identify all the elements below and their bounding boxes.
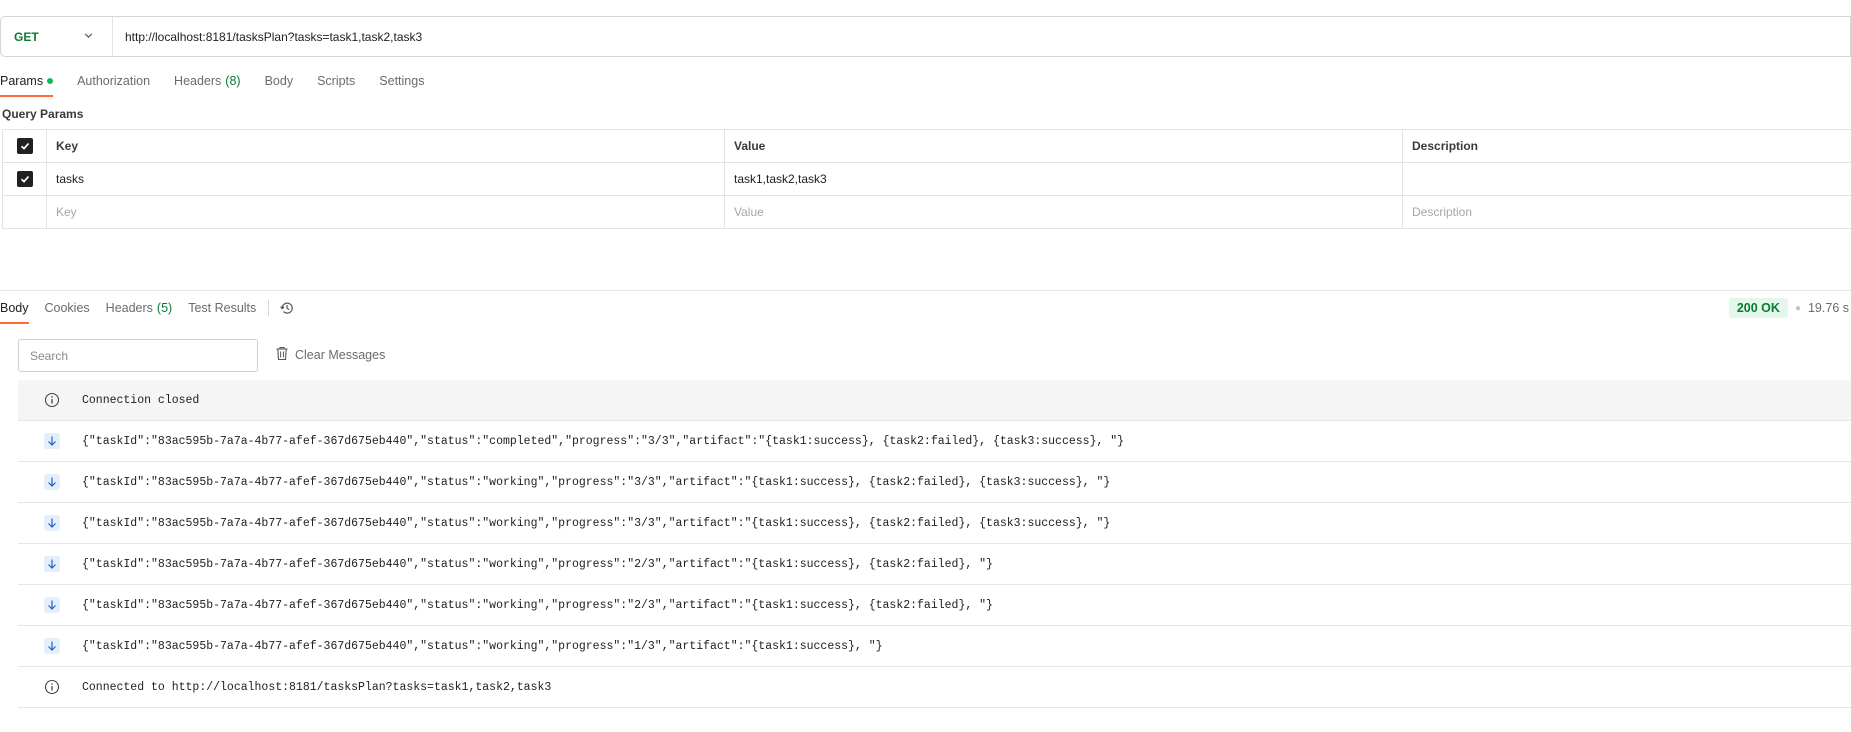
tab-body[interactable]: Body	[265, 72, 294, 90]
message-icon-cell	[18, 433, 82, 449]
url-input[interactable]: http://localhost:8181/tasksPlan?tasks=ta…	[113, 30, 422, 44]
messages-search-input[interactable]	[18, 339, 258, 372]
response-tab-headers-label: Headers	[105, 301, 153, 315]
message-text: {"taskId":"83ac595b-7a7a-4b77-afef-367d6…	[82, 557, 993, 571]
message-text: {"taskId":"83ac595b-7a7a-4b77-afef-367d6…	[82, 434, 1125, 448]
params-header-row: Key Value Description	[2, 130, 1851, 163]
param-value-field[interactable]: task1,task2,task3	[725, 163, 1403, 195]
message-text: {"taskId":"83ac595b-7a7a-4b77-afef-367d6…	[82, 475, 1111, 489]
history-icon[interactable]	[279, 300, 295, 316]
tab-scripts[interactable]: Scripts	[317, 72, 355, 90]
tab-params-label: Params	[0, 74, 44, 88]
message-item[interactable]: Connection closed	[18, 380, 1851, 421]
status-badge[interactable]: 200 OK	[1728, 298, 1788, 318]
new-param-value-field[interactable]: Value	[725, 196, 1403, 228]
trash-icon	[275, 346, 289, 364]
response-tab-body-label: Body	[0, 301, 29, 315]
param-key-field[interactable]: tasks	[47, 163, 725, 195]
tab-authorization[interactable]: Authorization	[77, 72, 150, 90]
param-new-checkbox-cell	[2, 196, 47, 228]
chevron-down-icon	[83, 30, 94, 44]
new-param-description-field[interactable]: Description	[1403, 196, 1851, 228]
response-status: 200 OK ● 19.76 s	[1728, 298, 1851, 318]
message-text: {"taskId":"83ac595b-7a7a-4b77-afef-367d6…	[82, 516, 1111, 530]
query-params-title: Query Params	[2, 107, 84, 121]
column-header-key: Key	[47, 130, 725, 162]
message-icon-cell	[18, 638, 82, 654]
arrow-down-icon	[44, 556, 60, 572]
clear-messages-button[interactable]: Clear Messages	[275, 345, 385, 365]
message-text: {"taskId":"83ac595b-7a7a-4b77-afef-367d6…	[82, 639, 883, 653]
tab-scripts-label: Scripts	[317, 74, 356, 88]
message-text: Connected to http://localhost:8181/tasks…	[82, 680, 552, 694]
param-enabled-checkbox[interactable]	[16, 171, 33, 187]
message-item[interactable]: {"taskId":"83ac595b-7a7a-4b77-afef-367d6…	[18, 462, 1851, 503]
status-separator-dot: ●	[1794, 302, 1801, 314]
query-params-table: Key Value Description tasks task1,task2,…	[2, 129, 1851, 229]
method-select[interactable]: GET	[1, 17, 113, 56]
message-icon-cell	[18, 515, 82, 531]
arrow-down-icon	[44, 638, 60, 654]
message-item[interactable]: {"taskId":"83ac595b-7a7a-4b77-afef-367d6…	[18, 585, 1851, 626]
message-icon-cell	[18, 474, 82, 490]
tab-settings-label: Settings	[379, 74, 425, 88]
param-description-field[interactable]	[1403, 163, 1851, 195]
response-tab-cookies-label: Cookies	[44, 301, 90, 315]
arrow-down-icon	[44, 474, 60, 490]
response-tab-headers-count: (5)	[156, 301, 173, 315]
response-tab-cookies[interactable]: Cookies	[45, 299, 90, 317]
response-tab-test-results-label: Test Results	[188, 301, 257, 315]
response-tab-body[interactable]: Body	[0, 299, 29, 324]
new-param-key-field[interactable]: Key	[47, 196, 725, 228]
response-time[interactable]: 19.76 s	[1808, 301, 1849, 315]
column-header-value: Value	[725, 130, 1403, 162]
tab-headers-label: Headers	[174, 74, 222, 88]
message-icon-cell	[18, 597, 82, 613]
param-checkbox-cell	[2, 163, 47, 195]
tab-body-label: Body	[264, 74, 294, 88]
response-tab-headers[interactable]: Headers (5)	[106, 299, 173, 317]
message-item[interactable]: {"taskId":"83ac595b-7a7a-4b77-afef-367d6…	[18, 421, 1851, 462]
info-icon	[18, 679, 82, 695]
message-item[interactable]: {"taskId":"83ac595b-7a7a-4b77-afef-367d6…	[18, 503, 1851, 544]
param-new-row: Key Value Description	[2, 196, 1851, 229]
params-active-dot	[47, 78, 54, 84]
arrow-down-icon	[44, 433, 60, 449]
message-text: Connection closed	[82, 393, 200, 407]
tab-authorization-label: Authorization	[77, 74, 151, 88]
tab-separator	[268, 300, 270, 316]
message-item[interactable]: Connected to http://localhost:8181/tasks…	[18, 667, 1851, 708]
messages-list: Connection closed {"taskId":"83ac595b-7a…	[18, 380, 1851, 708]
tab-headers[interactable]: Headers (8)	[174, 72, 241, 90]
select-all-checkbox[interactable]	[16, 138, 33, 154]
info-icon	[18, 392, 82, 408]
response-tabs: Body Cookies Headers (5) Test Results	[0, 298, 295, 324]
pane-divider[interactable]	[0, 290, 1851, 291]
response-tab-test-results[interactable]: Test Results	[188, 299, 256, 317]
column-header-description: Description	[1412, 139, 1479, 153]
param-row: tasks task1,task2,task3	[2, 163, 1851, 196]
message-item[interactable]: {"taskId":"83ac595b-7a7a-4b77-afef-367d6…	[18, 544, 1851, 585]
params-select-all-cell	[2, 130, 47, 162]
message-icon-cell	[18, 556, 82, 572]
tab-params[interactable]: Params	[0, 72, 54, 97]
message-text: {"taskId":"83ac595b-7a7a-4b77-afef-367d6…	[82, 598, 993, 612]
arrow-down-icon	[44, 597, 60, 613]
request-url-bar: GET http://localhost:8181/tasksPlan?task…	[0, 16, 1851, 57]
message-item[interactable]: {"taskId":"83ac595b-7a7a-4b77-afef-367d6…	[18, 626, 1851, 667]
request-tabs: Params Authorization Headers (8) Body Sc…	[0, 72, 448, 97]
tab-headers-count: (8)	[225, 74, 241, 88]
tab-settings[interactable]: Settings	[379, 72, 424, 90]
clear-messages-label: Clear Messages	[295, 348, 386, 362]
arrow-down-icon	[44, 515, 60, 531]
method-label: GET	[14, 29, 39, 44]
